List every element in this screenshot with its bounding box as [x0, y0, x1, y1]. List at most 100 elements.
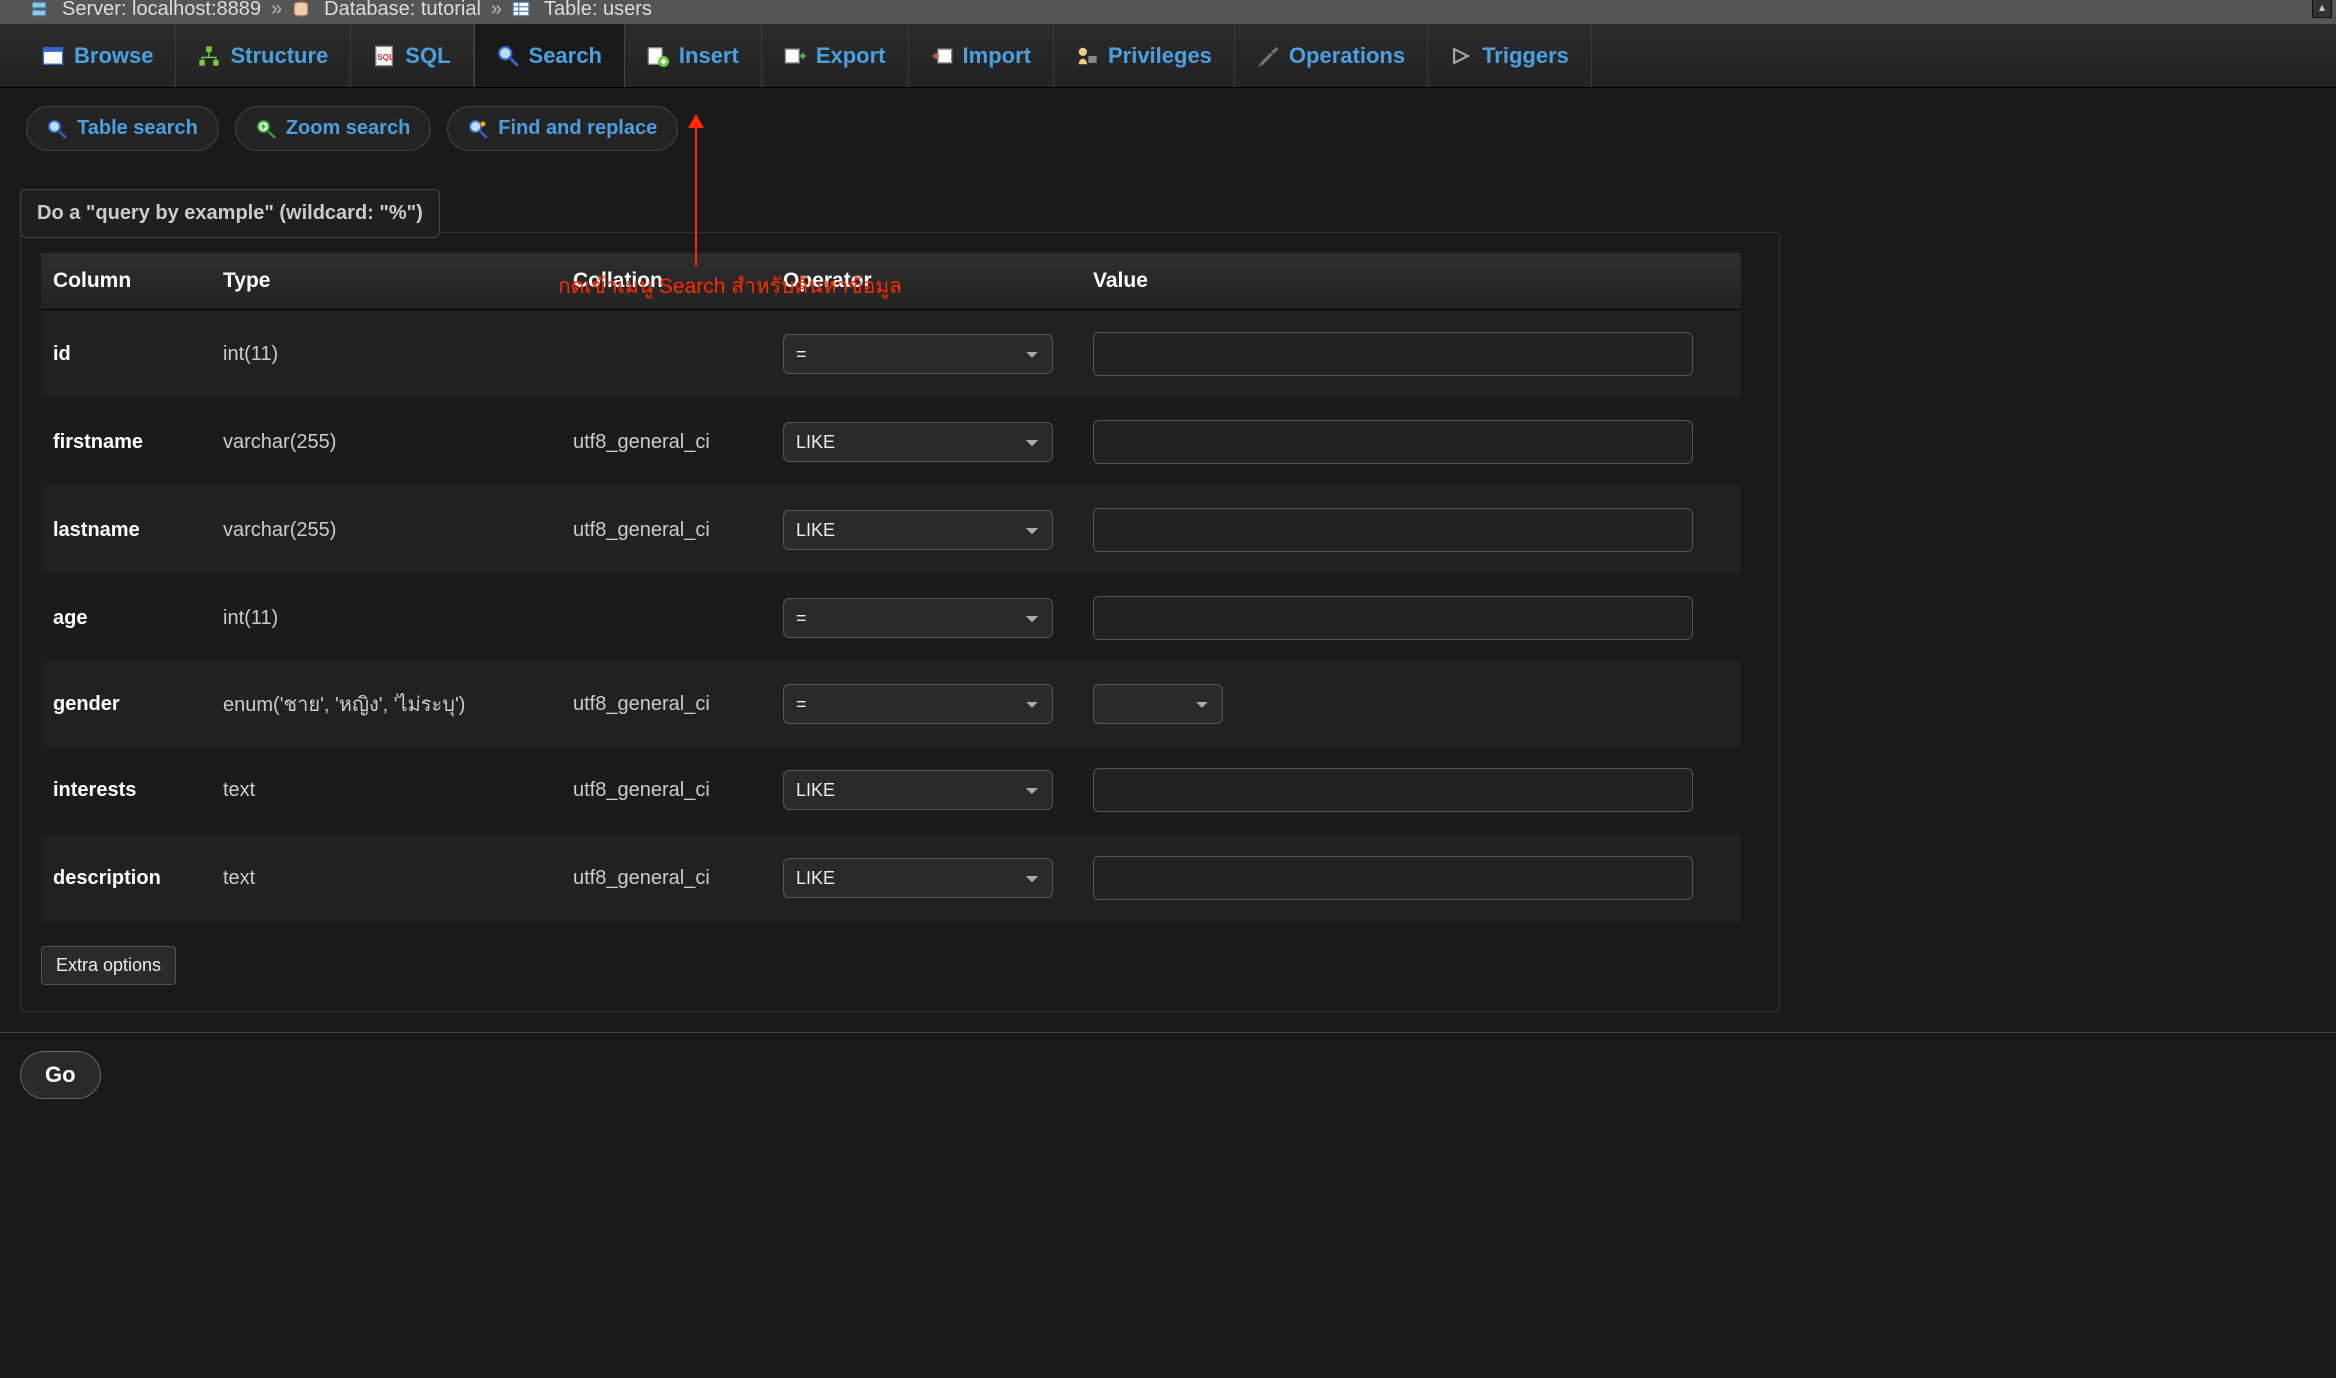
breadcrumb-database[interactable]: Database: tutorial — [324, 0, 481, 21]
column-type: text — [211, 746, 561, 834]
form-footer: Go — [0, 1032, 2336, 1117]
value-select[interactable] — [1093, 684, 1223, 724]
value-cell — [1081, 574, 1741, 662]
subtab-find-replace[interactable]: Find and replace — [447, 106, 678, 151]
insert-icon — [647, 45, 669, 67]
table-row: idint(11)= — [41, 310, 1741, 399]
operator-cell: = — [771, 574, 1081, 662]
value-input[interactable] — [1093, 596, 1693, 640]
svg-text:SQL: SQL — [377, 53, 394, 62]
operations-icon — [1257, 45, 1279, 67]
table-row: intereststextutf8_general_ci LIKE — [41, 746, 1741, 834]
annotation-text: กดเข้าเมนู Search สำหรับค้นหาข้อมูล — [558, 270, 902, 303]
column-name: interests — [41, 746, 211, 834]
breadcrumb-table[interactable]: Table: users — [544, 0, 652, 21]
go-button[interactable]: Go — [20, 1051, 101, 1099]
operator-cell: LIKE — [771, 834, 1081, 922]
tab-export[interactable]: Export — [762, 24, 909, 87]
structure-icon — [198, 45, 220, 67]
extra-options-button[interactable]: Extra options — [41, 946, 176, 985]
search-subtabs: Table search Zoom search Find and replac… — [0, 88, 2336, 151]
col-header-value: Value — [1081, 253, 1741, 310]
search-icon — [47, 119, 67, 139]
server-icon — [30, 0, 48, 18]
value-input[interactable] — [1093, 420, 1693, 464]
column-name: gender — [41, 662, 211, 746]
operator-select[interactable]: LIKE — [783, 422, 1053, 462]
column-name: id — [41, 310, 211, 399]
tab-triggers[interactable]: Triggers — [1428, 24, 1592, 87]
table-row: ageint(11)= — [41, 574, 1741, 662]
value-cell — [1081, 662, 1741, 746]
value-input[interactable] — [1093, 332, 1693, 376]
subtab-table-search[interactable]: Table search — [26, 106, 219, 151]
main-tabs: Browse Structure SQL SQL Search Insert E… — [0, 24, 2336, 88]
column-type: enum('ชาย', 'หญิง', 'ไม่ระบุ') — [211, 662, 561, 746]
tab-import[interactable]: Import — [909, 24, 1054, 87]
value-input[interactable] — [1093, 508, 1693, 552]
tab-label: Structure — [230, 43, 328, 69]
search-icon — [497, 45, 519, 67]
export-icon — [784, 45, 806, 67]
column-collation: utf8_general_ci — [561, 486, 771, 574]
zoom-icon — [256, 119, 276, 139]
operator-select[interactable]: = — [783, 598, 1053, 638]
table-row: firstnamevarchar(255)utf8_general_ciLIKE — [41, 398, 1741, 486]
tab-label: SQL — [405, 43, 450, 69]
value-cell — [1081, 398, 1741, 486]
tab-browse[interactable]: Browse — [20, 24, 176, 87]
tab-sql[interactable]: SQL SQL — [351, 24, 473, 87]
table-row: lastnamevarchar(255)utf8_general_ci LIKE — [41, 486, 1741, 574]
table-row: descriptiontextutf8_general_ciLIKE — [41, 834, 1741, 922]
table-row: genderenum('ชาย', 'หญิง', 'ไม่ระบุ')utf8… — [41, 662, 1741, 746]
operator-select[interactable]: LIKE — [783, 770, 1053, 810]
breadcrumb-sep: » — [271, 0, 282, 21]
tab-label: Privileges — [1108, 43, 1212, 69]
operator-select[interactable]: LIKE — [783, 510, 1053, 550]
value-input[interactable] — [1093, 768, 1693, 812]
value-input[interactable] — [1093, 856, 1693, 900]
subtab-zoom-search[interactable]: Zoom search — [235, 106, 431, 151]
tab-operations[interactable]: Operations — [1235, 24, 1428, 87]
column-name: lastname — [41, 486, 211, 574]
breadcrumb-server[interactable]: Server: localhost:8889 — [62, 0, 261, 21]
tab-label: Browse — [74, 43, 153, 69]
value-cell — [1081, 746, 1741, 834]
tab-label: Insert — [679, 43, 739, 69]
operator-cell: LIKE — [771, 486, 1081, 574]
table-icon — [512, 0, 530, 18]
tab-search[interactable]: Search — [474, 24, 625, 87]
sql-icon: SQL — [373, 45, 395, 67]
tab-label: Triggers — [1482, 43, 1569, 69]
col-header-column: Column — [41, 253, 211, 310]
find-replace-icon — [468, 119, 488, 139]
column-collation: utf8_general_ci — [561, 746, 771, 834]
column-collation: utf8_general_ci — [561, 834, 771, 922]
tab-label: Search — [529, 43, 602, 69]
privileges-icon — [1076, 45, 1098, 67]
operator-select[interactable]: = — [783, 684, 1053, 724]
tab-privileges[interactable]: Privileges — [1054, 24, 1235, 87]
operator-select[interactable]: LIKE — [783, 858, 1053, 898]
column-type: varchar(255) — [211, 398, 561, 486]
column-collation — [561, 310, 771, 399]
value-cell — [1081, 834, 1741, 922]
operator-select[interactable]: = — [783, 334, 1053, 374]
query-by-example-form: Column Type Collation Operator Value idi… — [20, 232, 1780, 1012]
tab-insert[interactable]: Insert — [625, 24, 762, 87]
tab-structure[interactable]: Structure — [176, 24, 351, 87]
value-cell — [1081, 486, 1741, 574]
column-name: description — [41, 834, 211, 922]
column-type: varchar(255) — [211, 486, 561, 574]
operator-cell: = — [771, 662, 1081, 746]
column-type: int(11) — [211, 574, 561, 662]
database-icon — [292, 0, 310, 18]
subtab-label: Find and replace — [498, 117, 657, 140]
collapse-breadcrumb-button[interactable]: ▴ — [2312, 0, 2332, 18]
triggers-icon — [1450, 45, 1472, 67]
fieldset-legend: Do a "query by example" (wildcard: "%") — [20, 189, 440, 238]
breadcrumb: Server: localhost:8889 » Database: tutor… — [0, 0, 2336, 24]
subtab-label: Table search — [77, 117, 198, 140]
breadcrumb-sep: » — [491, 0, 502, 21]
tab-label: Operations — [1289, 43, 1405, 69]
